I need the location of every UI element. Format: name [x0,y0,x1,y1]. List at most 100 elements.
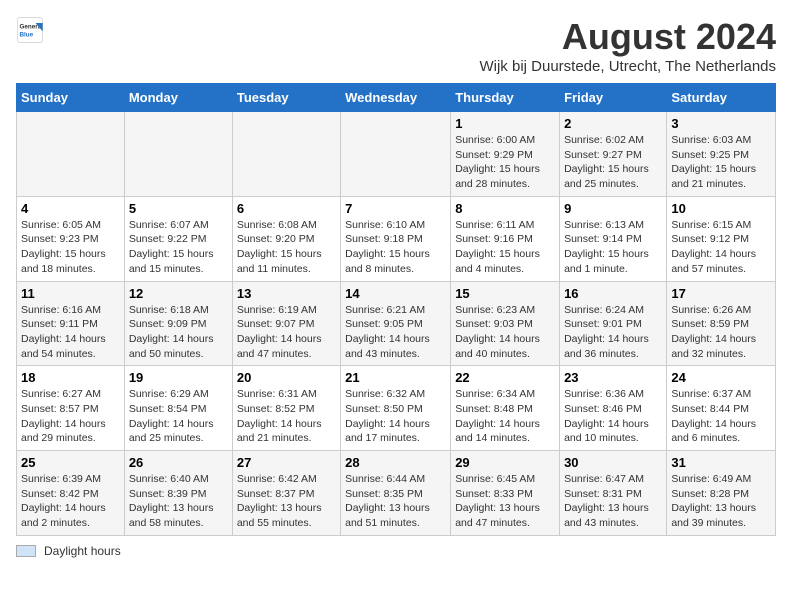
col-tuesday: Tuesday [232,84,340,112]
col-sunday: Sunday [17,84,125,112]
calendar-cell: 16 Sunrise: 6:24 AMSunset: 9:01 PMDayligh… [560,281,667,366]
day-info: Sunrise: 6:02 AMSunset: 9:27 PMDaylight:… [564,133,662,192]
calendar-cell: 22 Sunrise: 6:34 AMSunset: 8:48 PMDayligh… [451,366,560,451]
legend: Daylight hours [16,544,776,558]
day-number: 4 [21,201,120,216]
day-info: Sunrise: 6:39 AMSunset: 8:42 PMDaylight:… [21,472,120,531]
calendar-cell: 18 Sunrise: 6:27 AMSunset: 8:57 PMDayligh… [17,366,125,451]
calendar-cell: 27 Sunrise: 6:42 AMSunset: 8:37 PMDayligh… [232,451,340,536]
calendar-week-4: 18 Sunrise: 6:27 AMSunset: 8:57 PMDayligh… [17,366,776,451]
day-number: 23 [564,370,662,385]
calendar-cell: 3 Sunrise: 6:03 AMSunset: 9:25 PMDaylight… [667,112,776,197]
day-info: Sunrise: 6:11 AMSunset: 9:16 PMDaylight:… [455,218,555,277]
day-info: Sunrise: 6:21 AMSunset: 9:05 PMDaylight:… [345,303,446,362]
svg-text:Blue: Blue [20,31,34,38]
day-number: 15 [455,286,555,301]
calendar-week-3: 11 Sunrise: 6:16 AMSunset: 9:11 PMDayligh… [17,281,776,366]
day-number: 24 [671,370,771,385]
day-number: 18 [21,370,120,385]
calendar-week-2: 4 Sunrise: 6:05 AMSunset: 9:23 PMDaylight… [17,196,776,281]
day-info: Sunrise: 6:10 AMSunset: 9:18 PMDaylight:… [345,218,446,277]
calendar-cell [341,112,451,197]
calendar-cell [232,112,340,197]
calendar-cell: 19 Sunrise: 6:29 AMSunset: 8:54 PMDayligh… [124,366,232,451]
day-number: 27 [237,455,336,470]
day-number: 26 [129,455,228,470]
calendar-cell: 4 Sunrise: 6:05 AMSunset: 9:23 PMDaylight… [17,196,125,281]
day-info: Sunrise: 6:15 AMSunset: 9:12 PMDaylight:… [671,218,771,277]
day-number: 11 [21,286,120,301]
day-info: Sunrise: 6:44 AMSunset: 8:35 PMDaylight:… [345,472,446,531]
day-info: Sunrise: 6:36 AMSunset: 8:46 PMDaylight:… [564,387,662,446]
day-number: 17 [671,286,771,301]
calendar-cell: 14 Sunrise: 6:21 AMSunset: 9:05 PMDayligh… [341,281,451,366]
calendar-week-1: 1Sunrise: 6:00 AMSunset: 9:29 PMDaylight… [17,112,776,197]
day-info: Sunrise: 6:34 AMSunset: 8:48 PMDaylight:… [455,387,555,446]
calendar-table: Sunday Monday Tuesday Wednesday Thursday… [16,83,776,536]
col-wednesday: Wednesday [341,84,451,112]
day-number: 5 [129,201,228,216]
calendar-cell: 29 Sunrise: 6:45 AMSunset: 8:33 PMDayligh… [451,451,560,536]
calendar-cell: 9Sunrise: 6:13 AMSunset: 9:14 PMDaylight… [560,196,667,281]
day-number: 25 [21,455,120,470]
calendar-cell: 25 Sunrise: 6:39 AMSunset: 8:42 PMDayligh… [17,451,125,536]
day-info: Sunrise: 6:27 AMSunset: 8:57 PMDaylight:… [21,387,120,446]
day-number: 13 [237,286,336,301]
day-number: 14 [345,286,446,301]
calendar-cell: 24Sunrise: 6:37 AMSunset: 8:44 PMDayligh… [667,366,776,451]
day-info: Sunrise: 6:19 AMSunset: 9:07 PMDaylight:… [237,303,336,362]
day-number: 8 [455,201,555,216]
day-number: 22 [455,370,555,385]
day-info: Sunrise: 6:45 AMSunset: 8:33 PMDaylight:… [455,472,555,531]
col-friday: Friday [560,84,667,112]
calendar-cell: 5 Sunrise: 6:07 AMSunset: 9:22 PMDaylight… [124,196,232,281]
location-subtitle: Wijk bij Duurstede, Utrecht, The Netherl… [479,58,776,75]
month-year-title: August 2024 [479,16,776,58]
calendar-cell: 8 Sunrise: 6:11 AMSunset: 9:16 PMDaylight… [451,196,560,281]
calendar-cell: 7Sunrise: 6:10 AMSunset: 9:18 PMDaylight… [341,196,451,281]
day-info: Sunrise: 6:24 AMSunset: 9:01 PMDaylight:… [564,303,662,362]
calendar-cell: 28 Sunrise: 6:44 AMSunset: 8:35 PMDayligh… [341,451,451,536]
header-row: Sunday Monday Tuesday Wednesday Thursday… [17,84,776,112]
logo-icon: General Blue [16,16,44,44]
calendar-cell: 30Sunrise: 6:47 AMSunset: 8:31 PMDayligh… [560,451,667,536]
calendar-cell: 26Sunrise: 6:40 AMSunset: 8:39 PMDayligh… [124,451,232,536]
legend-label: Daylight hours [44,544,121,558]
day-number: 28 [345,455,446,470]
col-monday: Monday [124,84,232,112]
logo: General Blue [16,16,44,44]
day-number: 2 [564,116,662,131]
calendar-cell: 13 Sunrise: 6:19 AMSunset: 9:07 PMDayligh… [232,281,340,366]
title-area: August 2024 Wijk bij Duurstede, Utrecht,… [479,16,776,75]
day-info: Sunrise: 6:18 AMSunset: 9:09 PMDaylight:… [129,303,228,362]
day-info: Sunrise: 6:16 AMSunset: 9:11 PMDaylight:… [21,303,120,362]
day-number: 29 [455,455,555,470]
day-info: Sunrise: 6:42 AMSunset: 8:37 PMDaylight:… [237,472,336,531]
day-info: Sunrise: 6:13 AMSunset: 9:14 PMDaylight:… [564,218,662,277]
calendar-cell: 17 Sunrise: 6:26 AMSunset: 8:59 PMDayligh… [667,281,776,366]
day-info: Sunrise: 6:03 AMSunset: 9:25 PMDaylight:… [671,133,771,192]
day-info: Sunrise: 6:05 AMSunset: 9:23 PMDaylight:… [21,218,120,277]
day-info: Sunrise: 6:49 AMSunset: 8:28 PMDaylight:… [671,472,771,531]
day-number: 10 [671,201,771,216]
day-number: 12 [129,286,228,301]
calendar-cell: 2 Sunrise: 6:02 AMSunset: 9:27 PMDaylight… [560,112,667,197]
day-number: 6 [237,201,336,216]
day-info: Sunrise: 6:32 AMSunset: 8:50 PMDaylight:… [345,387,446,446]
calendar-cell [124,112,232,197]
day-number: 16 [564,286,662,301]
calendar-cell: 10 Sunrise: 6:15 AMSunset: 9:12 PMDayligh… [667,196,776,281]
day-number: 3 [671,116,771,131]
day-number: 20 [237,370,336,385]
calendar-cell: 15Sunrise: 6:23 AMSunset: 9:03 PMDayligh… [451,281,560,366]
header: General Blue August 2024 Wijk bij Duurst… [16,16,776,75]
col-thursday: Thursday [451,84,560,112]
calendar-cell [17,112,125,197]
day-info: Sunrise: 6:07 AMSunset: 9:22 PMDaylight:… [129,218,228,277]
calendar-week-5: 25 Sunrise: 6:39 AMSunset: 8:42 PMDayligh… [17,451,776,536]
legend-color-box [16,545,36,557]
calendar-cell: 1Sunrise: 6:00 AMSunset: 9:29 PMDaylight… [451,112,560,197]
day-number: 19 [129,370,228,385]
day-info: Sunrise: 6:26 AMSunset: 8:59 PMDaylight:… [671,303,771,362]
day-info: Sunrise: 6:29 AMSunset: 8:54 PMDaylight:… [129,387,228,446]
